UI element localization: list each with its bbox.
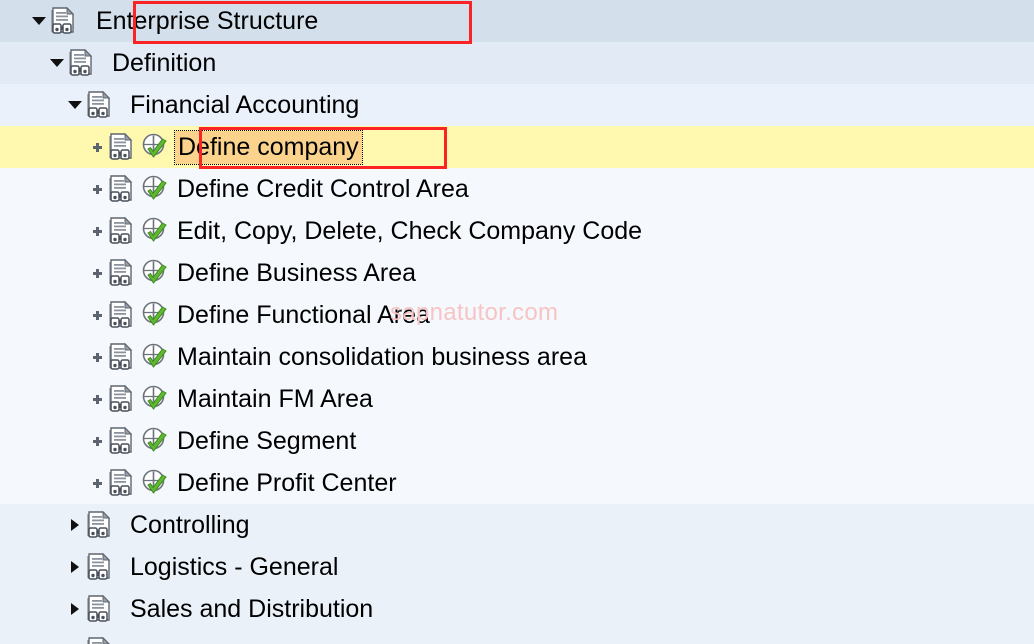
tree-row[interactable]: Edit, Copy, Delete, Check Company Code — [0, 210, 1034, 252]
img-tree[interactable]: Enterprise Structure Definition Financial … — [0, 0, 1034, 644]
img-folder-icon — [108, 468, 136, 498]
tree-row[interactable] — [0, 630, 1034, 644]
tree-row[interactable]: Define company — [0, 126, 1034, 168]
tree-icon-spacer — [118, 105, 128, 106]
tree-indent-spacer — [0, 189, 86, 190]
tree-indent-spacer — [0, 399, 86, 400]
chevron-right-icon[interactable] — [64, 504, 86, 546]
tree-indent-spacer — [0, 609, 64, 610]
tree-row[interactable]: Controlling — [0, 504, 1034, 546]
tree-indent-spacer — [0, 231, 86, 232]
plus-marker-icon[interactable] — [86, 252, 108, 294]
tree-icon-spacer — [100, 63, 110, 64]
plus-marker-icon[interactable] — [86, 168, 108, 210]
tree-indent-spacer — [0, 483, 86, 484]
img-folder-icon — [108, 174, 136, 204]
img-activity-executed-icon[interactable] — [140, 300, 170, 330]
img-folder-icon — [68, 48, 96, 78]
img-folder-icon — [86, 636, 114, 644]
tree-indent-spacer — [0, 315, 86, 316]
tree-indent-spacer — [0, 147, 86, 148]
tree-row[interactable]: Define Credit Control Area — [0, 168, 1034, 210]
img-folder-icon — [108, 426, 136, 456]
chevron-down-icon[interactable] — [28, 0, 50, 42]
tree-row[interactable]: Define Profit Center — [0, 462, 1034, 504]
tree-icon-spacer — [118, 609, 128, 610]
plus-marker-icon[interactable] — [86, 210, 108, 252]
tree-row-label[interactable]: Maintain FM Area — [175, 384, 375, 414]
tree-row-label[interactable]: Sales and Distribution — [128, 594, 375, 624]
chevron-down-icon[interactable] — [64, 84, 86, 126]
img-activity-executed-icon[interactable] — [140, 174, 170, 204]
plus-marker-icon[interactable] — [86, 336, 108, 378]
tree-row-label[interactable]: Define Business Area — [175, 258, 418, 288]
img-activity-executed-icon[interactable] — [140, 258, 170, 288]
img-folder-icon — [108, 300, 136, 330]
plus-marker-icon[interactable] — [86, 378, 108, 420]
tree-row-label[interactable]: Define Credit Control Area — [175, 174, 471, 204]
img-folder-icon — [86, 90, 114, 120]
tree-row[interactable]: Financial Accounting — [0, 84, 1034, 126]
tree-icon-spacer — [118, 525, 128, 526]
img-folder-icon — [86, 594, 114, 624]
tree-row-label[interactable]: Controlling — [128, 510, 252, 540]
tree-indent-spacer — [0, 357, 86, 358]
img-folder-icon — [108, 216, 136, 246]
tree-indent-spacer — [0, 63, 46, 64]
img-folder-icon — [86, 552, 114, 582]
chevron-right-icon[interactable] — [64, 588, 86, 630]
tree-indent-spacer — [0, 105, 64, 106]
tree-row-label[interactable]: Define Functional Area — [175, 300, 432, 330]
tree-indent-spacer — [0, 273, 86, 274]
tree-row[interactable]: Definition — [0, 42, 1034, 84]
img-activity-executed-icon[interactable] — [140, 384, 170, 414]
img-folder-icon — [50, 6, 78, 36]
tree-icon-spacer — [118, 567, 128, 568]
tree-indent-spacer — [0, 441, 86, 442]
img-activity-executed-icon[interactable] — [140, 216, 170, 246]
tree-row-label[interactable]: Define Segment — [175, 426, 358, 456]
chevron-right-icon[interactable] — [64, 630, 86, 644]
img-folder-icon — [108, 258, 136, 288]
tree-icon-spacer — [82, 21, 94, 22]
tree-row-label[interactable]: Enterprise Structure — [94, 6, 320, 36]
img-folder-icon — [108, 384, 136, 414]
tree-indent-spacer — [0, 567, 64, 568]
plus-marker-icon[interactable] — [86, 462, 108, 504]
tree-row-label[interactable]: Financial Accounting — [128, 90, 361, 120]
tree-row-label[interactable]: Define company — [174, 129, 363, 165]
img-activity-executed-icon[interactable] — [140, 468, 170, 498]
tree-row[interactable]: Sales and Distribution — [0, 588, 1034, 630]
tree-row-label[interactable]: Define Profit Center — [175, 468, 399, 498]
img-activity-executed-icon[interactable] — [140, 132, 170, 162]
tree-row[interactable]: Enterprise Structure — [0, 0, 1034, 42]
tree-row-label[interactable]: Edit, Copy, Delete, Check Company Code — [175, 216, 644, 246]
tree-row-label[interactable]: Definition — [110, 48, 218, 78]
chevron-down-icon[interactable] — [46, 42, 68, 84]
tree-indent-spacer — [0, 525, 64, 526]
img-activity-executed-icon[interactable] — [140, 342, 170, 372]
img-folder-icon — [108, 132, 136, 162]
tree-indent-spacer — [0, 21, 28, 22]
tree-row-label[interactable]: Logistics - General — [128, 552, 340, 582]
tree-row[interactable]: Logistics - General — [0, 546, 1034, 588]
plus-marker-icon[interactable] — [86, 420, 108, 462]
img-activity-executed-icon[interactable] — [140, 426, 170, 456]
plus-marker-icon[interactable] — [86, 294, 108, 336]
img-folder-icon — [86, 510, 114, 540]
tree-row[interactable]: Maintain FM Area — [0, 378, 1034, 420]
tree-row[interactable]: Define Segment — [0, 420, 1034, 462]
chevron-right-icon[interactable] — [64, 546, 86, 588]
img-folder-icon — [108, 342, 136, 372]
tree-row[interactable]: Maintain consolidation business area — [0, 336, 1034, 378]
plus-marker-icon[interactable] — [86, 126, 108, 168]
tree-row[interactable]: Define Functional Area — [0, 294, 1034, 336]
tree-row-label[interactable]: Maintain consolidation business area — [175, 342, 589, 372]
tree-row[interactable]: Define Business Area — [0, 252, 1034, 294]
